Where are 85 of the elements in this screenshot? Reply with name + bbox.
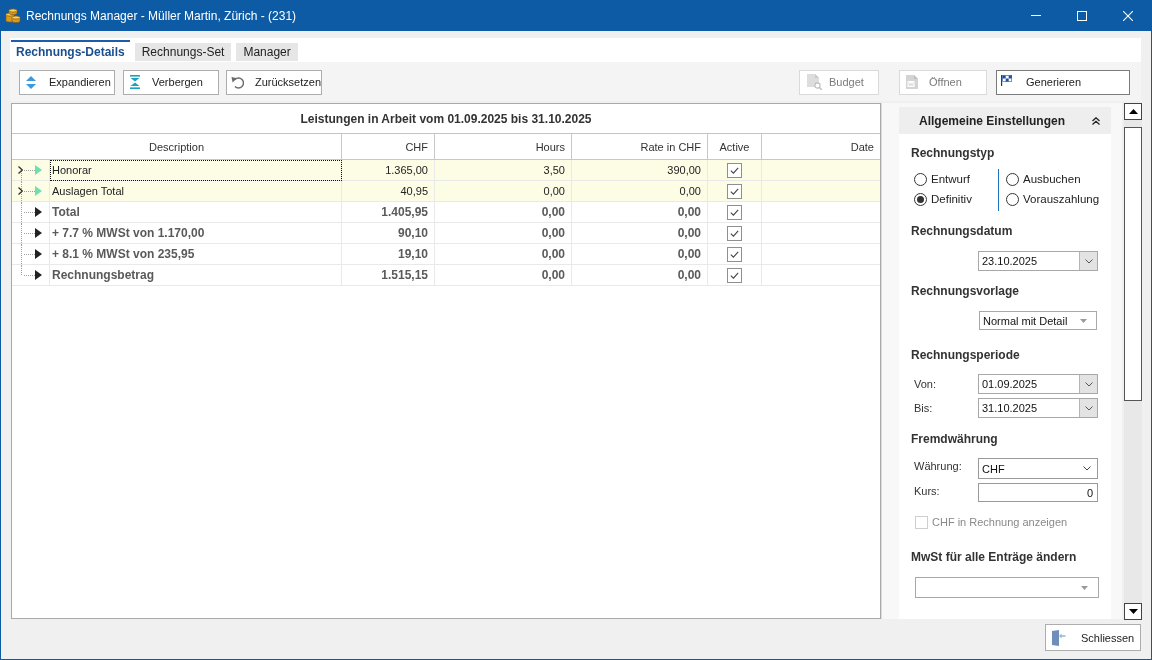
section-heading: Rechnungsdatum [911,224,1013,239]
field-label: Von: [914,378,937,390]
dropdown-field[interactable]: Normal mit Detail [979,311,1097,330]
scrollbar[interactable] [1124,103,1142,620]
section-heading: Rechnungsperiode [911,348,1020,363]
chevron-right-icon[interactable] [18,187,23,195]
toolbar-button[interactable]: Zurücksetzen [226,69,322,95]
tab[interactable]: Manager [236,43,298,61]
radio-button[interactable] [1006,172,1019,186]
section-heading: Rechnungstyp [911,146,995,161]
checkbox[interactable] [727,267,742,283]
section-heading: MwSt für alle Enträge ändern [911,550,1077,565]
up-down-arrows-icon [26,75,36,89]
scroll-thumb[interactable] [1124,127,1142,401]
tab[interactable]: Rechnungs-Set [134,43,232,61]
tab[interactable]: Rechnungs-Details [11,40,130,62]
section-heading: Fremdwährung [911,432,998,447]
chevron-down-icon [1084,258,1093,264]
triangle-right-icon [35,228,42,238]
document-icon [906,75,918,89]
radio-label: Entwurf [931,173,970,185]
checkbox[interactable] [727,225,742,241]
column-header[interactable]: Description [12,134,342,159]
panel-title: Allgemeine Einstellungen [919,113,1066,128]
dropdown-field[interactable] [915,577,1099,598]
caret-down-icon [1081,585,1088,590]
radio-button[interactable] [1006,192,1019,206]
toolbar-button[interactable]: Verbergen [123,69,219,95]
column-header[interactable]: Rate in CHF [572,134,708,159]
checkbox[interactable] [727,162,742,178]
radio-button[interactable] [914,192,927,206]
chevron-down-icon [1084,381,1093,387]
date-field[interactable]: 31.10.2025 [978,398,1098,418]
checkered-flag-icon [1001,74,1012,86]
scroll-up-button[interactable] [1124,103,1142,120]
date-field[interactable]: 01.09.2025 [978,374,1098,394]
checkbox-label: CHF in Rechnung anzeigen [932,516,1068,528]
section-heading: Rechnungsvorlage [911,284,1020,299]
radio-label: Definitiv [931,193,972,205]
triangle-right-icon [35,270,42,280]
double-chevron-up-icon[interactable] [1092,116,1100,125]
triangle-right-icon [35,165,42,175]
table-cell: 1.515,15 [342,265,435,286]
column-header[interactable]: Active [708,134,762,159]
scroll-down-button[interactable] [1124,603,1142,620]
caret-down-icon [1080,318,1087,323]
column-header[interactable]: Date [762,134,880,159]
maximize-icon [1077,10,1087,21]
checkbox[interactable] [727,204,742,220]
collapse-arrows-icon [130,75,140,89]
radio-label: Ausbuchen [1023,173,1081,185]
coin-stacks-icon [5,7,21,24]
window-title: Rechnungs Manager - Müller Martin, Zürich - (231) [26,8,297,23]
door-arrow-icon [1052,629,1066,646]
chevron-down-icon [1083,466,1091,471]
table-cell: 0,00 [435,265,572,286]
close-icon [1123,10,1133,21]
dropdown-field[interactable]: CHF [978,458,1098,479]
checkbox[interactable] [727,183,742,199]
toolbar-button[interactable]: Expandieren [19,69,115,95]
table-title: Leistungen in Arbeit vom 01.09.2025 bis 31.10.2025 [12,104,880,134]
toolbar-button[interactable]: Generieren [996,69,1130,95]
checkbox[interactable] [727,246,742,262]
table-cell: Rechnungsbetrag [50,265,342,286]
close-dialog-button[interactable]: Schliessen [1045,624,1141,651]
radio-button[interactable] [914,172,927,186]
table-cell: 0,00 [572,265,708,286]
undo-icon [231,75,244,89]
radio-label: Vorauszahlung [1023,193,1100,205]
field-label: Währung: [914,460,962,472]
triangle-right-icon [35,207,42,217]
date-field[interactable]: 23.10.2025 [978,251,1098,271]
input-field[interactable]: 0 [978,483,1098,502]
chevron-down-icon [1084,405,1093,411]
field-label: Kurs: [914,485,940,497]
field-label: Bis: [914,402,933,414]
column-header[interactable]: Hours [435,134,572,159]
triangle-down-icon [1128,609,1138,614]
triangle-right-icon [35,186,42,196]
triangle-right-icon [35,249,42,259]
column-header[interactable]: CHF [342,134,435,159]
document-search-icon [806,74,822,90]
triangle-up-icon [1128,109,1138,114]
minimize-icon [1031,15,1041,16]
chevron-right-icon[interactable] [18,166,23,174]
